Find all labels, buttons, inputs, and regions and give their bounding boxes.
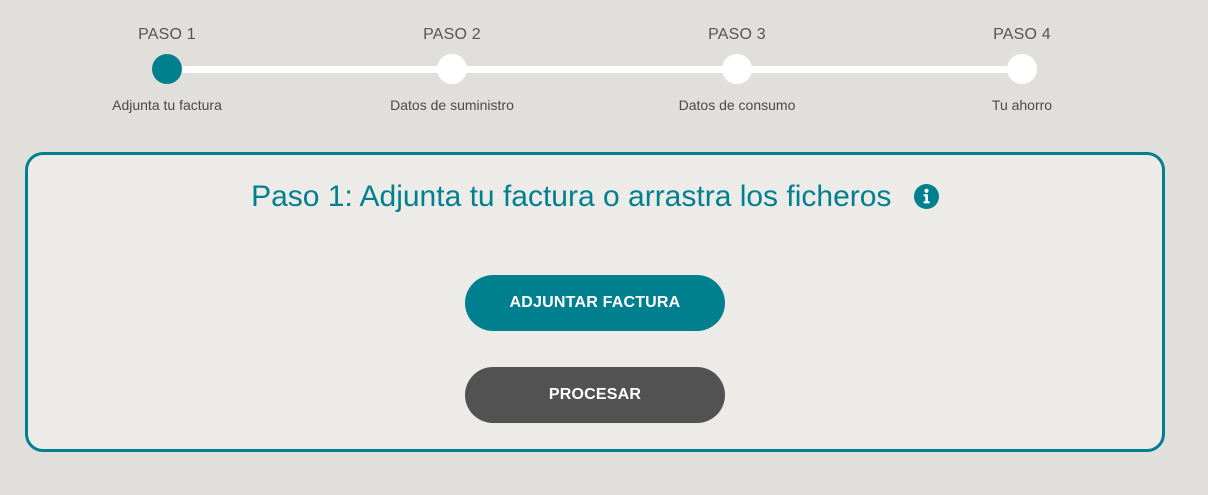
stepper-track xyxy=(167,66,1022,73)
process-button[interactable]: PROCESAR xyxy=(465,367,725,423)
step-2: PASO 2 Datos de suministro xyxy=(352,0,552,130)
step-1-title: PASO 1 xyxy=(138,26,196,43)
step-3-title: PASO 3 xyxy=(708,26,766,43)
step-2-title: PASO 2 xyxy=(423,26,481,43)
attach-invoice-button[interactable]: ADJUNTAR FACTURA xyxy=(465,275,725,331)
step-2-label: Datos de suministro xyxy=(390,97,514,113)
step-4-label: Tu ahorro xyxy=(991,97,1053,113)
step-3-indicator xyxy=(722,54,752,84)
step-4-indicator xyxy=(1007,54,1037,84)
card-header: Paso 1: Adjunta tu factura o arrastra lo… xyxy=(28,177,1162,217)
step-3: PASO 3 Datos de consumo xyxy=(637,0,837,130)
info-circle-icon[interactable] xyxy=(913,183,939,209)
step-4: PASO 4 Tu ahorro xyxy=(922,0,1122,130)
progress-stepper: PASO 1 Adjunta tu factura PASO 2 Datos d… xyxy=(0,0,1208,130)
step-2-indicator xyxy=(437,54,467,84)
step-3-label: Datos de consumo xyxy=(678,97,796,113)
upload-card[interactable]: Paso 1: Adjunta tu factura o arrastra lo… xyxy=(25,152,1165,452)
step-1-label: Adjunta tu factura xyxy=(112,97,222,113)
step-4-title: PASO 4 xyxy=(993,26,1051,43)
step-1: PASO 1 Adjunta tu factura xyxy=(67,0,267,130)
step-1-indicator xyxy=(152,54,182,84)
card-title: Paso 1: Adjunta tu factura o arrastra lo… xyxy=(251,180,892,213)
